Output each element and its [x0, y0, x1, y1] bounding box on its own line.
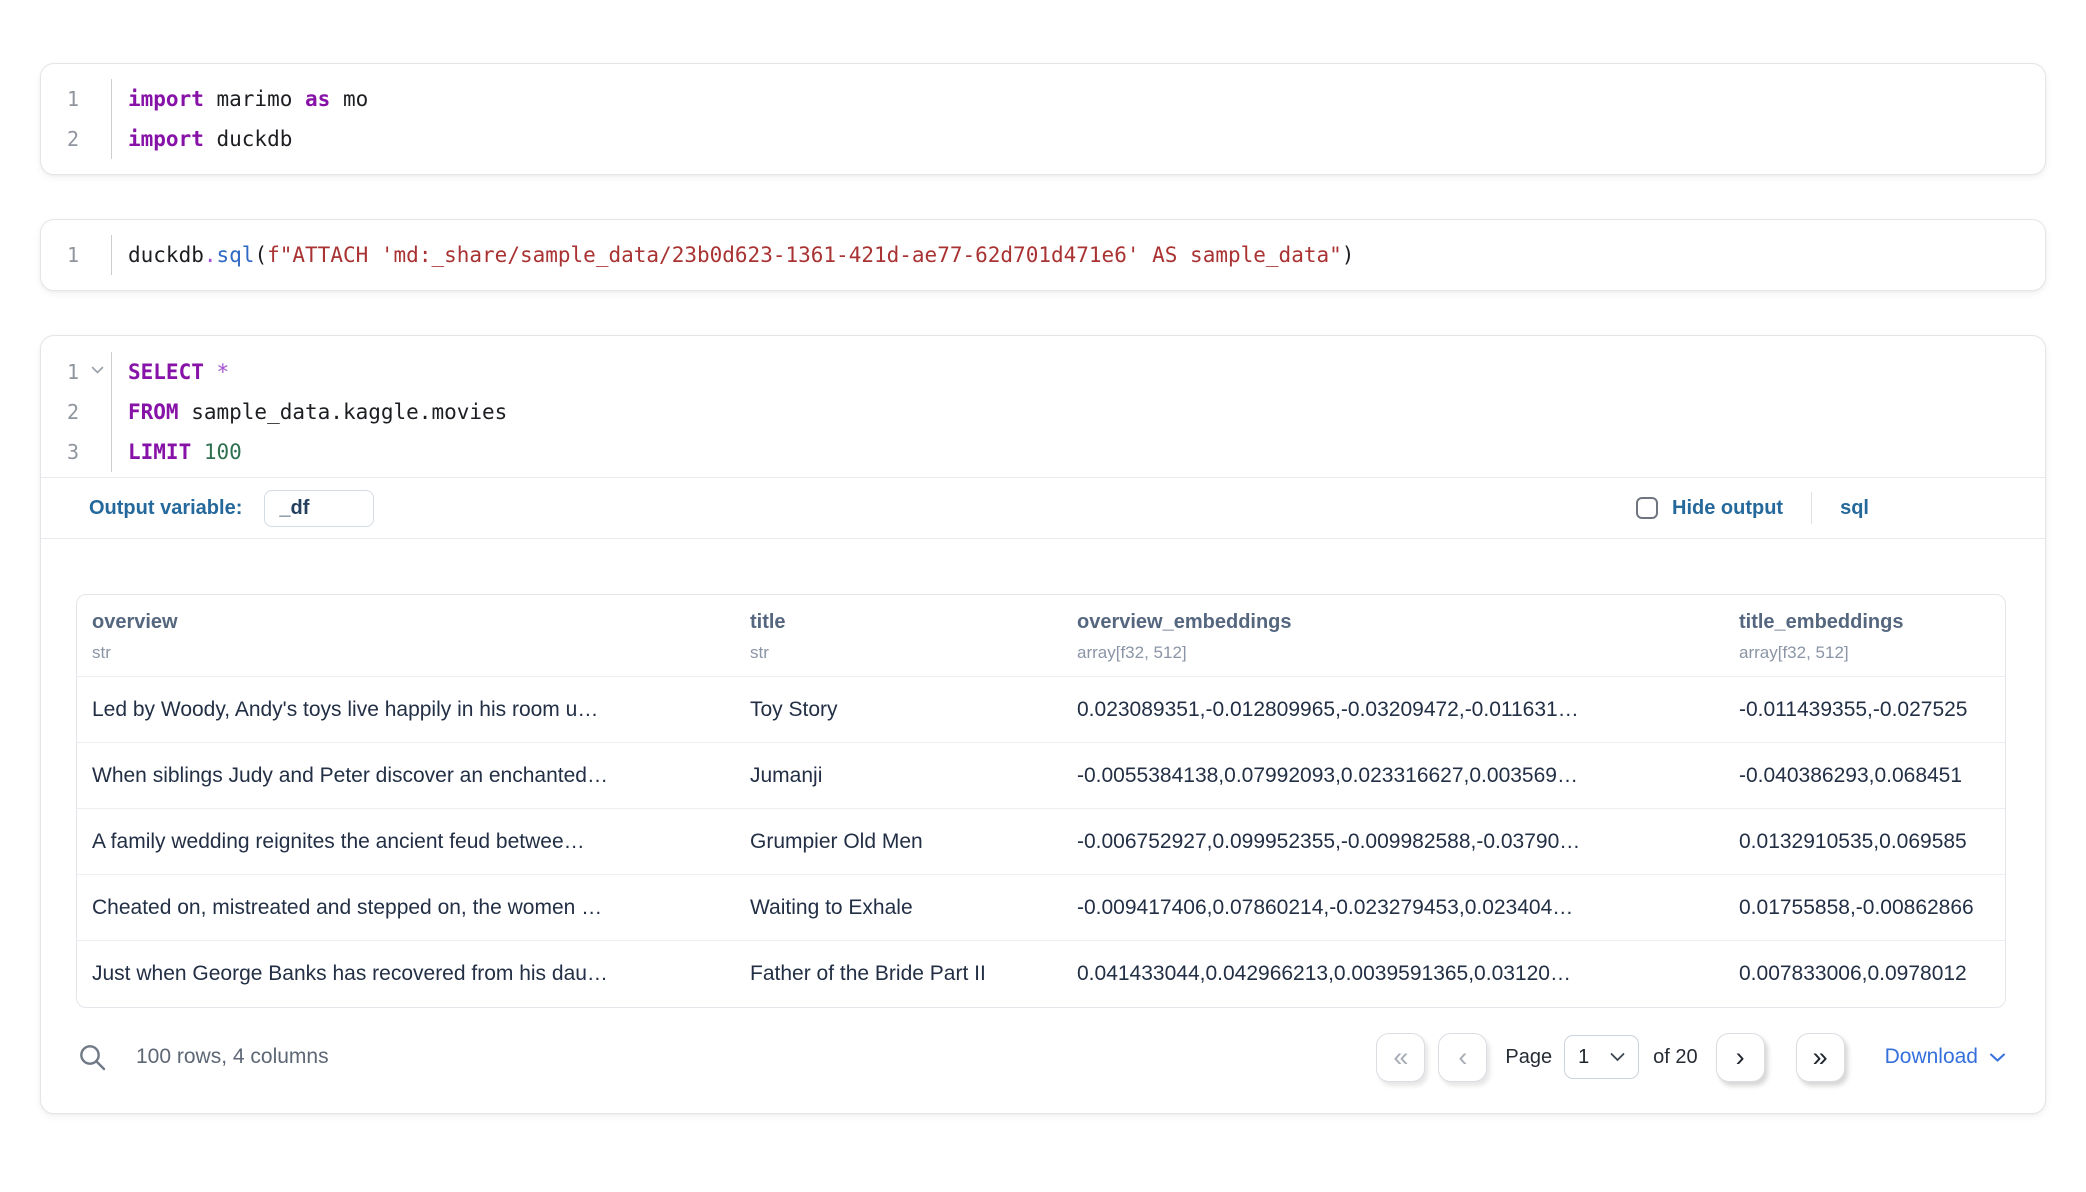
- line-number-gutter: 12: [41, 79, 112, 159]
- double-chevron-right-icon: »: [1813, 1044, 1828, 1071]
- table-row: Cheated on, mistreated and stepped on, t…: [77, 875, 2005, 941]
- table-cell: -0.006752927,0.099952355,-0.009982588,-0…: [1062, 830, 1724, 854]
- code-line[interactable]: FROM sample_data.kaggle.movies: [128, 392, 507, 432]
- chevron-right-icon: ›: [1736, 1044, 1745, 1071]
- table-cell: Grumpier Old Men: [735, 830, 1062, 854]
- table-row: Just when George Banks has recovered fro…: [77, 941, 2005, 1007]
- table-body: Led by Woody, Andy's toys live happily i…: [77, 677, 2005, 1007]
- first-page-button[interactable]: «: [1376, 1033, 1425, 1082]
- column-name: title: [750, 611, 1062, 634]
- table-cell: 0.01755858,-0.00862866: [1724, 896, 2005, 920]
- page-total-label: of 20: [1653, 1046, 1697, 1069]
- code-editor-attach[interactable]: 1 duckdb.sql(f"ATTACH 'md:_share/sample_…: [41, 220, 2045, 290]
- code-line[interactable]: import marimo as mo: [128, 79, 368, 119]
- download-label: Download: [1885, 1045, 1978, 1069]
- line-number: 1: [41, 352, 111, 392]
- code-source[interactable]: import marimo as moimport duckdb: [112, 79, 368, 159]
- column-header-title_embeddings[interactable]: title_embeddings array[f32, 512]: [1724, 611, 2005, 663]
- line-number-gutter: 123: [41, 352, 112, 472]
- hide-output-checkbox[interactable]: [1636, 497, 1658, 519]
- language-label[interactable]: sql: [1840, 497, 1869, 520]
- column-header-title[interactable]: title str: [735, 611, 1062, 663]
- line-number: 1: [41, 79, 111, 119]
- code-cell-attach: 1 duckdb.sql(f"ATTACH 'md:_share/sample_…: [40, 219, 2046, 291]
- column-type: str: [750, 643, 1062, 663]
- chevron-down-icon: [1989, 1052, 2006, 1063]
- table-row: When siblings Judy and Peter discover an…: [77, 743, 2005, 809]
- notebook: 12 import marimo as moimport duckdb 1 du…: [0, 0, 2086, 1114]
- table-cell: 0.007833006,0.0978012: [1724, 962, 2005, 986]
- code-line[interactable]: duckdb.sql(f"ATTACH 'md:_share/sample_da…: [128, 235, 1354, 275]
- column-header-overview_embeddings[interactable]: overview_embeddings array[f32, 512]: [1062, 611, 1724, 663]
- code-source[interactable]: duckdb.sql(f"ATTACH 'md:_share/sample_da…: [112, 235, 1354, 275]
- outbar-right-group: Hide output sql: [1636, 492, 1997, 524]
- table-cell: 0.0132910535,0.069585: [1724, 830, 2005, 854]
- code-cell-imports: 12 import marimo as moimport duckdb: [40, 63, 2046, 175]
- page-select-value: 1: [1578, 1046, 1589, 1069]
- table-footer: 100 rows, 4 columns « ‹ Page 1 of 20 › »: [76, 1024, 2006, 1090]
- code-editor-query[interactable]: 123 SELECT *FROM sample_data.kaggle.movi…: [41, 336, 2045, 477]
- next-page-button[interactable]: ›: [1716, 1033, 1765, 1082]
- table-cell: Toy Story: [735, 698, 1062, 722]
- column-type: array[f32, 512]: [1077, 643, 1724, 663]
- table-cell: 0.041433044,0.042966213,0.0039591365,0.0…: [1062, 962, 1724, 986]
- table-row: Led by Woody, Andy's toys live happily i…: [77, 677, 2005, 743]
- chevron-left-icon: ‹: [1458, 1044, 1467, 1071]
- table-cell: Jumanji: [735, 764, 1062, 788]
- table-row: A family wedding reignites the ancient f…: [77, 809, 2005, 875]
- table-cell: 0.023089351,-0.012809965,-0.03209472,-0.…: [1062, 698, 1724, 722]
- table-cell: Cheated on, mistreated and stepped on, t…: [77, 896, 735, 920]
- row-count-summary: 100 rows, 4 columns: [136, 1045, 329, 1069]
- table-header-row: overview str title str overview_embeddingsar…: [77, 595, 2005, 677]
- column-name: overview: [92, 611, 735, 634]
- double-chevron-left-icon: «: [1393, 1044, 1408, 1071]
- table-cell: -0.040386293,0.068451: [1724, 764, 2005, 788]
- previous-page-button[interactable]: ‹: [1438, 1033, 1487, 1082]
- column-header-overview[interactable]: overview str: [77, 611, 735, 663]
- last-page-button[interactable]: »: [1796, 1033, 1845, 1082]
- line-number: 3: [41, 432, 111, 472]
- line-number: 2: [41, 392, 111, 432]
- table-cell: -0.011439355,-0.027525: [1724, 698, 2005, 722]
- code-source[interactable]: SELECT *FROM sample_data.kaggle.moviesLI…: [112, 352, 507, 472]
- column-type: array[f32, 512]: [1739, 643, 2005, 663]
- search-icon[interactable]: [76, 1041, 108, 1073]
- table-cell: -0.0055384138,0.07992093,0.023316627,0.0…: [1062, 764, 1724, 788]
- table-cell: Waiting to Exhale: [735, 896, 1062, 920]
- table-cell: When siblings Judy and Peter discover an…: [77, 764, 735, 788]
- download-button[interactable]: Download: [1885, 1045, 2006, 1069]
- dataframe-table: overview str title str overview_embeddingsar…: [76, 594, 2006, 1008]
- chevron-down-icon: [1610, 1052, 1625, 1062]
- page-label: Page: [1505, 1046, 1552, 1069]
- table-cell: A family wedding reignites the ancient f…: [77, 830, 735, 854]
- code-line[interactable]: SELECT *: [128, 352, 507, 392]
- line-number: 2: [41, 119, 111, 159]
- code-line[interactable]: import duckdb: [128, 119, 368, 159]
- divider: [1811, 492, 1812, 524]
- output-variable-bar: Output variable: Hide output sql: [41, 477, 2045, 539]
- output-variable-label: Output variable:: [89, 497, 242, 520]
- line-number-gutter: 1: [41, 235, 112, 275]
- table-cell: Father of the Bride Part II: [735, 962, 1062, 986]
- fold-chevron-icon[interactable]: [91, 366, 104, 375]
- column-type: str: [92, 643, 735, 663]
- code-line[interactable]: LIMIT 100: [128, 432, 507, 472]
- cell-output-area: overview str title str overview_embeddingsar…: [41, 539, 2045, 1113]
- code-cell-query: 123 SELECT *FROM sample_data.kaggle.movi…: [40, 335, 2046, 1114]
- hide-output-label[interactable]: Hide output: [1672, 497, 1783, 520]
- table-cell: Led by Woody, Andy's toys live happily i…: [77, 698, 735, 722]
- page-select[interactable]: 1: [1564, 1035, 1639, 1079]
- table-cell: Just when George Banks has recovered fro…: [77, 962, 735, 986]
- line-number: 1: [41, 235, 111, 275]
- table-cell: -0.009417406,0.07860214,-0.023279453,0.0…: [1062, 896, 1724, 920]
- output-variable-input[interactable]: [264, 490, 374, 527]
- column-name: title_embeddings: [1739, 611, 2005, 634]
- column-name: overview_embeddings: [1077, 611, 1724, 634]
- pagination: « ‹ Page 1 of 20 › » Download: [1376, 1033, 2006, 1082]
- code-editor-imports[interactable]: 12 import marimo as moimport duckdb: [41, 64, 2045, 174]
